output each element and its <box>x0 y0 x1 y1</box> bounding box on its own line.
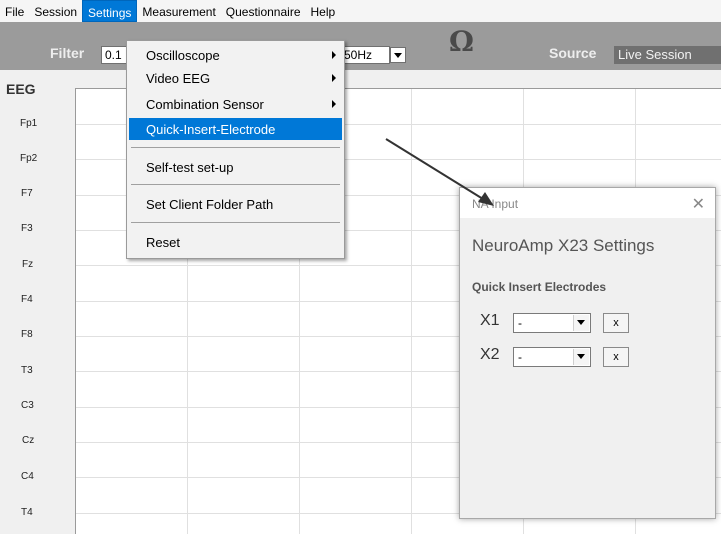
annotation-arrow-icon <box>385 138 494 206</box>
